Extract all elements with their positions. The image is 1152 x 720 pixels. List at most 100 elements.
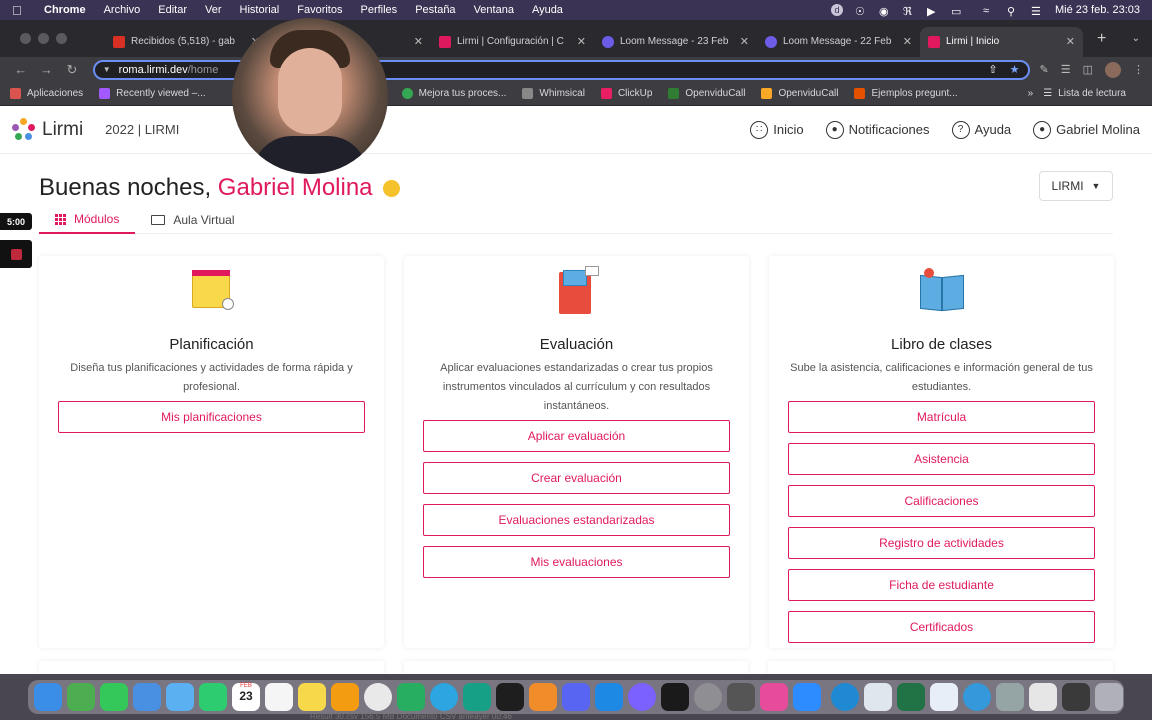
bookmark-openvidu-2[interactable]: OpenviduCall xyxy=(761,88,838,99)
browser-tab-lirmi-inicio[interactable]: Lirmi | Inicio ✕ xyxy=(920,26,1083,57)
sublime-icon[interactable] xyxy=(529,683,557,711)
tab-search-chevron-icon[interactable]: ⌄ xyxy=(1132,33,1140,44)
sidebar-icon[interactable]: ◫ xyxy=(1083,63,1093,76)
docs-d-icon[interactable] xyxy=(930,683,958,711)
year-org-label[interactable]: 2022 | LIRMI xyxy=(105,122,179,137)
shield-icon[interactable]: ☉ xyxy=(855,5,867,18)
loom-dock-icon[interactable] xyxy=(628,683,656,711)
photos-icon[interactable] xyxy=(331,683,359,711)
nav-inicio[interactable]: ∷ Inicio xyxy=(750,120,804,139)
trash-icon[interactable] xyxy=(1095,683,1123,711)
menu-editar[interactable]: Editar xyxy=(158,4,187,16)
maximize-window-icon[interactable] xyxy=(56,33,67,44)
menu-archivo[interactable]: Archivo xyxy=(104,4,141,16)
bookmark-recently-viewed[interactable]: Recently viewed –... xyxy=(99,88,206,99)
app-store-icon[interactable] xyxy=(595,683,623,711)
bookmark-mejora[interactable]: Mejora tus proces... xyxy=(401,88,506,99)
loom-stop-button[interactable] xyxy=(0,240,32,268)
bookmark-whimsical[interactable]: Whimsical xyxy=(522,88,585,99)
menu-historial[interactable]: Historial xyxy=(240,4,280,16)
bookmark-openvidu-1[interactable]: OpenviduCall xyxy=(668,88,745,99)
reading-list-icon[interactable]: ☰ xyxy=(1061,63,1071,76)
evaluaciones-estandarizadas-button[interactable]: Evaluaciones estandarizadas xyxy=(423,504,730,536)
profile-avatar[interactable] xyxy=(1105,61,1122,78)
lirmi-logo[interactable]: Lirmi xyxy=(12,117,83,142)
excel-icon[interactable] xyxy=(897,683,925,711)
browser-icon[interactable] xyxy=(963,683,991,711)
menu-ventana[interactable]: Ventana xyxy=(474,4,514,16)
datagrip-icon[interactable] xyxy=(661,683,689,711)
battery-icon[interactable]: ▭ xyxy=(951,5,971,18)
calendar-icon[interactable]: FEB 23 xyxy=(232,683,260,711)
browser-tab-loom-22[interactable]: Loom Message - 22 Feb ✕ xyxy=(757,27,920,57)
downloads-stack-icon[interactable] xyxy=(1029,683,1057,711)
forward-icon[interactable]: → xyxy=(34,62,60,77)
browser-tab-gmail[interactable]: Recibidos (5,518) - gab ✕ xyxy=(105,27,268,57)
tab-modulos[interactable]: Módulos xyxy=(39,206,136,234)
bookmark-star-icon[interactable]: ★ xyxy=(1010,63,1020,76)
mail-icon[interactable] xyxy=(133,683,161,711)
close-tab-icon[interactable]: ✕ xyxy=(740,35,749,48)
play-icon[interactable]: ▶ xyxy=(927,5,939,18)
org-select-dropdown[interactable]: LIRMI ▼ xyxy=(1039,171,1113,201)
bluetooth-icon[interactable]: ℜ xyxy=(903,5,915,18)
terminal-icon[interactable] xyxy=(496,683,524,711)
close-window-icon[interactable] xyxy=(20,33,31,44)
menu-perfiles[interactable]: Perfiles xyxy=(361,4,398,16)
menu-pestana[interactable]: Pestaña xyxy=(415,4,455,16)
browser-menu-icon[interactable]: ⋮ xyxy=(1133,63,1144,76)
bookmark-clickup[interactable]: ClickUp xyxy=(600,88,652,99)
browser-tab-loom-23[interactable]: Loom Message - 23 Feb ✕ xyxy=(594,27,757,57)
menu-app-name[interactable]: Chrome xyxy=(44,4,86,16)
browser-tab-lirmi-config[interactable]: Lirmi | Configuración | C ✕ xyxy=(431,27,594,57)
close-tab-icon[interactable]: ✕ xyxy=(903,35,912,48)
screen-share-icon[interactable] xyxy=(1062,683,1090,711)
calificaciones-button[interactable]: Calificaciones xyxy=(788,485,1095,517)
extensions-puzzle-icon[interactable]: ✎ xyxy=(1040,63,1049,76)
reading-list-button[interactable]: ☰ Lista de lectura xyxy=(1043,88,1126,99)
menu-ver[interactable]: Ver xyxy=(205,4,222,16)
matricula-button[interactable]: Matrícula xyxy=(788,401,1095,433)
tab-aula-virtual[interactable]: Aula Virtual xyxy=(135,206,250,234)
safari-like-icon[interactable] xyxy=(831,683,859,711)
maps-icon[interactable] xyxy=(166,683,194,711)
zoom-icon[interactable] xyxy=(793,683,821,711)
screenshot-icon[interactable] xyxy=(996,683,1024,711)
nav-ayuda[interactable]: ? Ayuda xyxy=(951,120,1011,139)
crear-evaluacion-button[interactable]: Crear evaluación xyxy=(423,462,730,494)
chevron-down-icon[interactable]: ▼ xyxy=(103,65,111,74)
loom-camera-bubble[interactable] xyxy=(232,18,388,174)
finder-icon[interactable] xyxy=(34,683,62,711)
menu-clock[interactable]: Mié 23 feb. 23:03 xyxy=(1055,4,1140,16)
aplicar-evaluacion-button[interactable]: Aplicar evaluación xyxy=(423,420,730,452)
menu-ayuda[interactable]: Ayuda xyxy=(532,4,563,16)
reminders-icon[interactable] xyxy=(265,683,293,711)
telegram-icon[interactable] xyxy=(430,683,458,711)
bookmark-aplicaciones[interactable]: Aplicaciones xyxy=(10,88,83,99)
apple-icon[interactable]:  xyxy=(12,3,26,18)
system-preferences-icon[interactable] xyxy=(694,683,722,711)
numbers-icon[interactable] xyxy=(397,683,425,711)
mis-planificaciones-button[interactable]: Mis planificaciones xyxy=(58,401,365,433)
control-center-icon[interactable]: ☰ xyxy=(1031,5,1043,18)
bookmarks-overflow-icon[interactable]: » xyxy=(1028,88,1034,99)
calculator-icon[interactable] xyxy=(727,683,755,711)
record-icon[interactable]: ◉ xyxy=(879,5,891,18)
back-icon[interactable]: ← xyxy=(8,62,34,77)
postman-icon[interactable] xyxy=(760,683,788,711)
chrome-icon[interactable] xyxy=(364,683,392,711)
reload-icon[interactable]: ↻ xyxy=(59,62,85,78)
ficha-de-estudiante-button[interactable]: Ficha de estudiante xyxy=(788,569,1095,601)
close-tab-icon[interactable]: ✕ xyxy=(577,35,586,48)
preview-icon[interactable] xyxy=(864,683,892,711)
app-store-alt-icon[interactable] xyxy=(463,683,491,711)
minimize-window-icon[interactable] xyxy=(38,33,49,44)
notes-icon[interactable] xyxy=(298,683,326,711)
mis-evaluaciones-button[interactable]: Mis evaluaciones xyxy=(423,546,730,578)
discord-icon[interactable] xyxy=(562,683,590,711)
new-tab-icon[interactable]: + xyxy=(1097,30,1106,48)
nav-notificaciones[interactable]: ● Notificaciones xyxy=(825,120,930,139)
nav-user[interactable]: ● Gabriel Molina xyxy=(1033,120,1140,139)
close-tab-icon[interactable]: ✕ xyxy=(414,35,423,48)
certificados-button[interactable]: Certificados xyxy=(788,611,1095,643)
